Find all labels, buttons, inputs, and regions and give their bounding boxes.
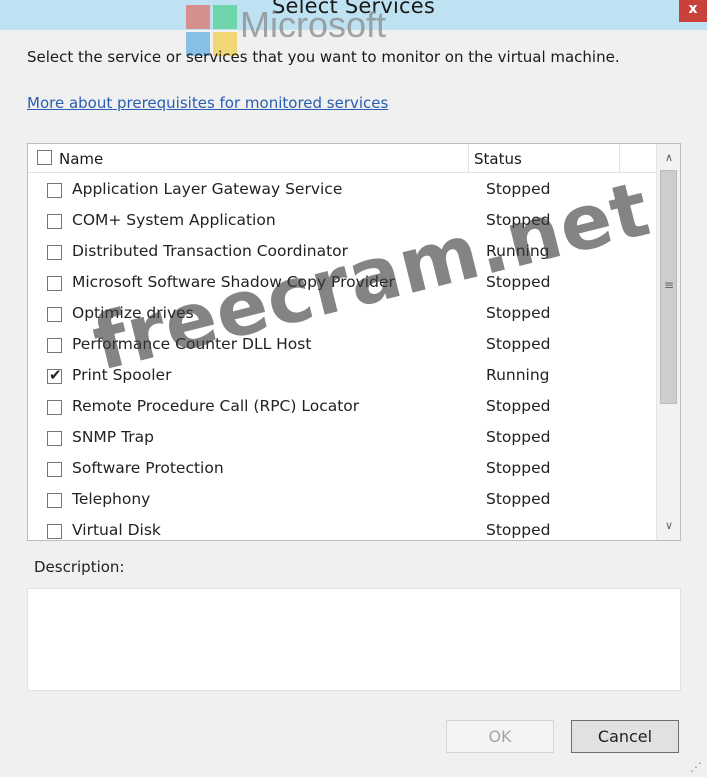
close-button[interactable]: x <box>679 0 707 22</box>
service-name: Application Layer Gateway Service <box>72 180 343 198</box>
service-checkbox[interactable] <box>47 400 62 415</box>
chevron-up-icon[interactable]: ∧ <box>657 146 680 170</box>
service-checkbox[interactable] <box>47 431 62 446</box>
service-status: Stopped <box>486 335 551 353</box>
cancel-button[interactable]: Cancel <box>571 720 679 753</box>
column-header-status[interactable]: Status <box>469 144 620 172</box>
list-item[interactable]: Software Protection Stopped <box>28 455 656 486</box>
service-status: Running <box>486 366 550 384</box>
prerequisites-link[interactable]: More about prerequisites for monitored s… <box>27 94 388 112</box>
service-status: Stopped <box>486 521 551 539</box>
service-checkbox[interactable] <box>47 462 62 477</box>
service-checkbox[interactable] <box>47 307 62 322</box>
close-icon: x <box>688 1 698 17</box>
list-item[interactable]: Remote Procedure Call (RPC) Locator Stopp… <box>28 393 656 424</box>
service-name: Remote Procedure Call (RPC) Locator <box>72 397 360 415</box>
service-checkbox[interactable]: ✔ <box>47 366 62 384</box>
checkmark-icon: ✔ <box>49 366 62 384</box>
service-name: COM+ System Application <box>72 211 276 229</box>
service-checkbox[interactable] <box>47 524 62 539</box>
description-label: Description: <box>34 558 125 576</box>
service-status: Stopped <box>486 304 551 322</box>
ok-button[interactable]: OK <box>446 720 554 753</box>
service-name: Software Protection <box>72 459 224 477</box>
instruction-text: Select the service or services that you … <box>27 48 620 66</box>
service-checkbox[interactable] <box>47 183 62 198</box>
column-name-label: Name <box>59 150 104 168</box>
service-name: Telephony <box>72 490 151 508</box>
chevron-down-icon[interactable]: ∨ <box>657 514 680 538</box>
service-status: Stopped <box>486 428 551 446</box>
list-header: Name Status <box>28 144 656 173</box>
column-header-name[interactable]: Name <box>28 144 469 172</box>
column-status-label: Status <box>474 150 522 168</box>
service-status: Stopped <box>486 459 551 477</box>
service-checkbox[interactable] <box>47 338 62 353</box>
grip-icon: ≡ <box>664 278 675 292</box>
resize-grip-icon[interactable]: ⋰ <box>690 760 702 774</box>
select-all-checkbox[interactable] <box>37 150 52 165</box>
service-status: Stopped <box>486 397 551 415</box>
service-checkbox[interactable] <box>47 214 62 229</box>
service-checkbox[interactable] <box>47 276 62 291</box>
scrollbar-thumb[interactable]: ≡ <box>660 170 677 404</box>
service-name: SNMP Trap <box>72 428 154 446</box>
service-checkbox[interactable] <box>47 245 62 260</box>
service-name: Virtual Disk <box>72 521 161 539</box>
vertical-scrollbar[interactable]: ∧ ≡ ∨ <box>656 144 680 540</box>
service-checkbox[interactable] <box>47 493 62 508</box>
list-item[interactable]: Telephony Stopped <box>28 486 656 517</box>
list-item[interactable]: SNMP Trap Stopped <box>28 424 656 455</box>
microsoft-wordmark: Microsoft <box>240 4 387 45</box>
description-box <box>27 588 681 691</box>
service-status: Stopped <box>486 490 551 508</box>
list-item[interactable]: Virtual Disk Stopped <box>28 517 656 540</box>
